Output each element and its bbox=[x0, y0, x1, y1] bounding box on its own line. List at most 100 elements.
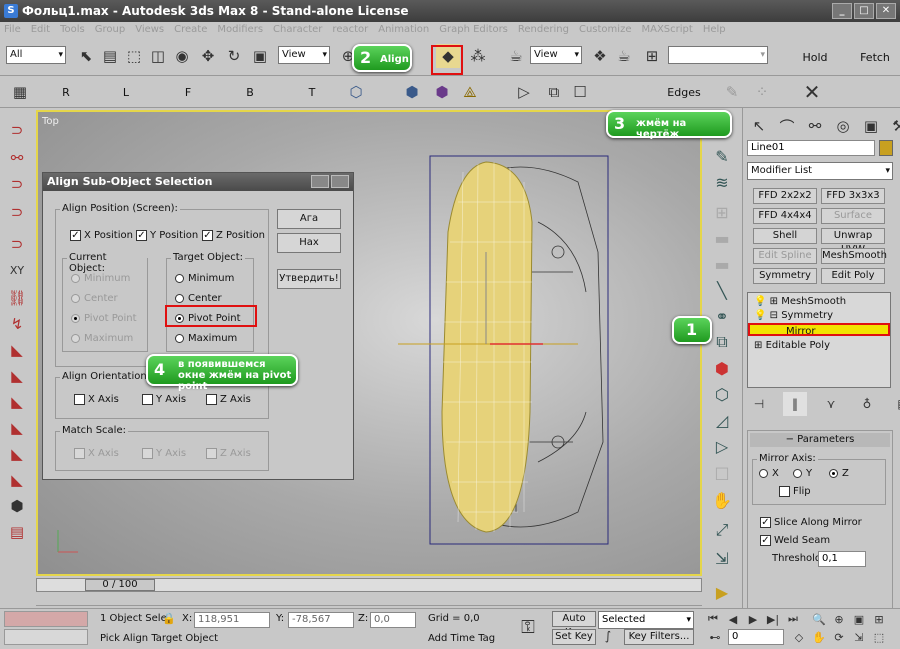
window-crossing-icon[interactable]: ◫ bbox=[146, 44, 170, 68]
spheres-icon[interactable]: ⚭ bbox=[710, 304, 734, 328]
current-maximum-radio[interactable]: Maximum bbox=[71, 333, 133, 344]
dots-icon[interactable]: ⁘ bbox=[750, 80, 774, 104]
camera-icon[interactable]: ✎ bbox=[710, 144, 734, 168]
meshsmooth-button[interactable]: MeshSmooth bbox=[821, 248, 887, 264]
orient-z-axis-checkbox[interactable]: Z Axis bbox=[206, 394, 251, 405]
close-x-icon[interactable]: ✕ bbox=[800, 80, 824, 104]
min-max-toggle-icon[interactable]: ⇲ bbox=[850, 629, 868, 645]
hierarchy-tab-icon[interactable]: ⚯ bbox=[803, 114, 827, 138]
select-object-icon[interactable]: ⬉ bbox=[74, 44, 98, 68]
reference-coord-dropdown[interactable]: View bbox=[278, 46, 330, 64]
add-time-tag[interactable]: Add Time Tag bbox=[428, 631, 495, 649]
menu-group[interactable]: Group bbox=[95, 22, 125, 38]
connect-icon[interactable]: ⚯ bbox=[5, 146, 29, 170]
go-start-icon[interactable]: ⏮ bbox=[704, 611, 722, 627]
mirror-axis-z[interactable]: Z bbox=[829, 468, 849, 479]
mirror-axis-x[interactable]: X bbox=[759, 468, 779, 479]
app-icon[interactable]: S bbox=[4, 4, 18, 18]
key-mode-toggle-icon[interactable]: ⊷ bbox=[706, 629, 724, 645]
track-bar[interactable] bbox=[36, 592, 702, 606]
scale-x-axis-checkbox[interactable]: X Axis bbox=[74, 448, 119, 459]
set-key-button[interactable]: Set Key bbox=[552, 629, 596, 645]
flip-checkbox[interactable]: Flip bbox=[779, 486, 811, 497]
display-tab-icon[interactable]: ▣ bbox=[859, 114, 883, 138]
stack-item-mirror[interactable]: Mirror bbox=[748, 323, 890, 337]
box-icon[interactable]: ⬡ bbox=[344, 80, 368, 104]
view-icon[interactable]: ⧉ bbox=[710, 330, 734, 354]
key-curve-icon[interactable]: ∫ bbox=[598, 627, 618, 645]
rotate-icon[interactable]: ↻ bbox=[222, 44, 246, 68]
x-position-checkbox[interactable]: ✓ X Position bbox=[70, 230, 133, 241]
maximize-icon[interactable]: ⇲ bbox=[710, 546, 734, 570]
menu-create[interactable]: Create bbox=[174, 22, 207, 38]
z-position-checkbox[interactable]: ✓ Z Position bbox=[202, 230, 265, 241]
tool-a-icon[interactable]: ◣ bbox=[5, 338, 29, 362]
line-icon[interactable]: ╲ bbox=[710, 278, 734, 302]
grid-tool-icon[interactable]: ▤ bbox=[5, 520, 29, 544]
pan-icon[interactable]: ✋ bbox=[810, 629, 828, 645]
shell-button[interactable]: Shell bbox=[753, 228, 817, 244]
menu-rendering[interactable]: Rendering bbox=[518, 22, 569, 38]
time-slider-thumb[interactable]: 0 / 100 bbox=[85, 579, 155, 591]
plane-icon[interactable]: ◿ bbox=[710, 408, 734, 432]
material-editor-icon[interactable]: ❖ bbox=[588, 44, 612, 68]
cancel-button[interactable]: Нах bbox=[277, 233, 341, 253]
menu-tools[interactable]: Tools bbox=[60, 22, 85, 38]
menu-maxscript[interactable]: MAXScript bbox=[641, 22, 692, 38]
curve-editor-icon[interactable]: ☕ bbox=[504, 44, 528, 68]
link-icon[interactable]: ⛓ bbox=[5, 286, 29, 310]
tool-e-icon[interactable]: ◣ bbox=[5, 442, 29, 466]
current-minimum-radio[interactable]: Minimum bbox=[71, 273, 130, 284]
target-minimum-radio[interactable]: Minimum bbox=[175, 273, 234, 284]
edges-label[interactable]: Edges bbox=[664, 79, 704, 105]
axis-tripod-icon[interactable]: ⟁ bbox=[458, 80, 482, 104]
cubes-icon[interactable]: ⧉ bbox=[542, 80, 566, 104]
prev-frame-icon[interactable]: ◀ bbox=[724, 611, 742, 627]
pen-icon[interactable]: ✎ bbox=[720, 80, 744, 104]
ffd-3x3x3-button[interactable]: FFD 3x3x3 bbox=[821, 188, 885, 204]
target-maximum-radio[interactable]: Maximum bbox=[175, 333, 237, 344]
motion-tab-icon[interactable]: ◎ bbox=[831, 114, 855, 138]
region-zoom-icon[interactable]: ⬚ bbox=[870, 629, 888, 645]
red-cube-icon[interactable]: ⬢ bbox=[710, 356, 734, 380]
layers-icon[interactable]: ⁂ bbox=[466, 44, 490, 68]
tool-b-icon[interactable]: ◣ bbox=[5, 364, 29, 388]
move-icon[interactable]: ✥ bbox=[196, 44, 220, 68]
menu-customize[interactable]: Customize bbox=[579, 22, 632, 38]
shape-icon[interactable]: □ bbox=[710, 460, 734, 484]
current-center-radio[interactable]: Center bbox=[71, 293, 118, 304]
tool-d-icon[interactable]: ◣ bbox=[5, 416, 29, 440]
maxscript-listener-mini2[interactable] bbox=[4, 629, 88, 645]
ffd-4x4x4-button[interactable]: FFD 4x4x4 bbox=[753, 208, 817, 224]
magnet3-icon[interactable]: ⊃ bbox=[5, 200, 29, 224]
menu-character[interactable]: Character bbox=[273, 22, 322, 38]
stack-item-meshsmooth[interactable]: 💡 ⊞ MeshSmooth bbox=[754, 295, 846, 308]
xy-icon[interactable]: XY bbox=[5, 258, 29, 282]
menu-animation[interactable]: Animation bbox=[378, 22, 429, 38]
zoom-all-icon[interactable]: ⊕ bbox=[830, 611, 848, 627]
stack-item-symmetry[interactable]: 💡 ⊟ Symmetry bbox=[754, 309, 833, 322]
hold-button[interactable]: Hold bbox=[790, 44, 840, 70]
triangle-icon[interactable]: ▷ bbox=[710, 434, 734, 458]
menu-graph-editors[interactable]: Graph Editors bbox=[439, 22, 508, 38]
pin-stack-icon[interactable]: ⊣ bbox=[747, 392, 771, 416]
orient-y-axis-checkbox[interactable]: Y Axis bbox=[142, 394, 186, 405]
orbit-icon[interactable]: ⟳ bbox=[830, 629, 848, 645]
axis-b[interactable]: B bbox=[240, 79, 260, 105]
go-end-icon[interactable]: ⏭ bbox=[784, 611, 802, 627]
tool-f-icon[interactable]: ◣ bbox=[5, 468, 29, 492]
create-tab-icon[interactable]: ↖ bbox=[747, 114, 771, 138]
target-center-radio[interactable]: Center bbox=[175, 293, 222, 304]
key-mode-icon[interactable]: ⚿ bbox=[514, 613, 542, 641]
current-pivot-radio[interactable]: Pivot Point bbox=[71, 313, 137, 324]
grid-icon[interactable]: ⊞ bbox=[710, 200, 734, 224]
maxscript-listener-mini[interactable] bbox=[4, 611, 88, 627]
snap-icon[interactable]: ▦ bbox=[8, 80, 32, 104]
object-color-swatch[interactable] bbox=[879, 140, 893, 156]
zoom-extents-icon[interactable]: ▣ bbox=[850, 611, 868, 627]
play-icon[interactable]: ▷ bbox=[512, 80, 536, 104]
panel-icon[interactable]: ▬ bbox=[710, 226, 734, 250]
scale-y-axis-checkbox[interactable]: Y Axis bbox=[142, 448, 186, 459]
menu-file[interactable]: File bbox=[4, 22, 21, 38]
stack-item-editable-poly[interactable]: ⊞ Editable Poly bbox=[754, 339, 830, 352]
